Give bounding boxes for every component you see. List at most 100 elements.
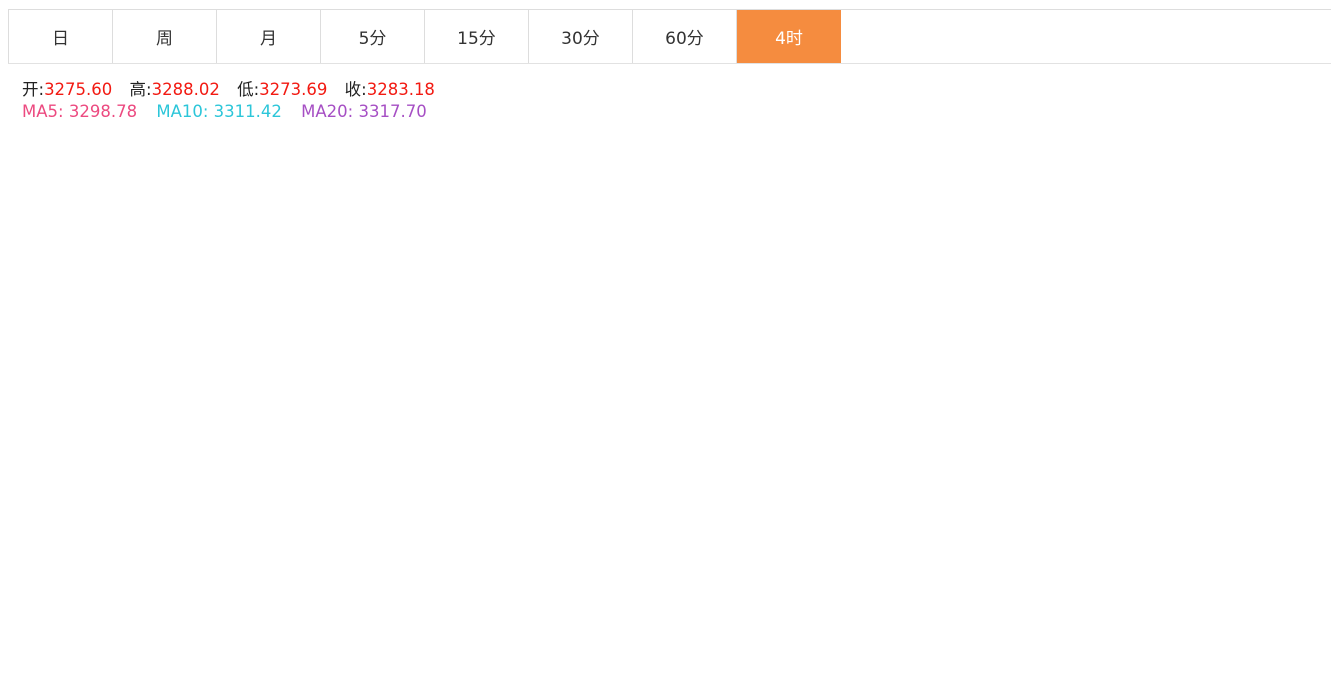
- low-value: 3273.69: [259, 80, 328, 99]
- period-tabs: 日周月 5分 15分 30分 60分 4时: [8, 9, 1331, 64]
- candle-up: [528, 433, 536, 440]
- y-tick-label: 3266.68: [1259, 681, 1325, 698]
- candle-up: [870, 159, 878, 195]
- y-tick-label: 3447.75: [1259, 96, 1325, 115]
- candle-up: [69, 447, 77, 459]
- high-value: 3288.02: [151, 80, 220, 99]
- candle-down: [897, 281, 905, 303]
- candle-up: [492, 355, 500, 398]
- candle-down: [483, 393, 491, 397]
- candle-up: [159, 486, 167, 500]
- candle-up: [456, 409, 464, 416]
- candle-down: [645, 440, 653, 457]
- tab-4[interactable]: 15分: [425, 10, 529, 63]
- candle-down: [663, 499, 671, 522]
- y-tick-label: 3392.03: [1259, 276, 1325, 295]
- candle-up: [681, 456, 689, 462]
- candle-up: [591, 458, 599, 483]
- candle-down: [204, 467, 212, 531]
- ma5-line: [9, 172, 1181, 596]
- candle-down: [123, 391, 131, 437]
- candle-down: [33, 416, 41, 457]
- candle-down: [222, 539, 230, 555]
- candle-up: [339, 582, 347, 619]
- candle-down: [78, 447, 86, 462]
- candle-down: [924, 326, 932, 379]
- candle-down: [915, 299, 923, 329]
- candle-down: [996, 440, 1004, 468]
- ma20-line: [9, 268, 1181, 538]
- tab-6[interactable]: 60分: [633, 10, 737, 63]
- candle-down: [699, 457, 707, 475]
- candle-up: [402, 527, 410, 543]
- candle-down: [141, 478, 149, 489]
- candle-down: [690, 448, 698, 459]
- y-tick-label: 3308.46: [1259, 546, 1325, 565]
- candle-down: [1041, 460, 1049, 577]
- candle-up: [366, 510, 374, 538]
- candle-down: [321, 576, 329, 617]
- tab-7[interactable]: 4时: [737, 10, 841, 63]
- candle-down: [852, 154, 860, 193]
- candle-down: [726, 403, 734, 415]
- candle-down: [861, 191, 869, 195]
- low-label: 低:: [237, 80, 260, 99]
- candle-up: [438, 455, 446, 473]
- candle-down: [285, 510, 293, 534]
- candle-up: [753, 368, 761, 403]
- candle-down: [150, 488, 158, 500]
- candle-down: [987, 434, 995, 442]
- candle-down: [393, 497, 401, 543]
- candle-down: [573, 491, 581, 503]
- candle-down: [258, 456, 266, 472]
- candle-up: [348, 551, 356, 583]
- close-label: 收:: [344, 80, 367, 99]
- ma-info: MA5: 3298.78 MA10: 3311.42 MA20: 3317.70: [22, 102, 427, 121]
- candle-up: [195, 462, 203, 473]
- candle-up: [240, 478, 248, 531]
- y-tick-label: 3350.25: [1259, 411, 1325, 430]
- open-label: 开:: [22, 80, 45, 99]
- ma10-value: 3311.42: [213, 102, 282, 121]
- candle-down: [951, 355, 959, 363]
- ma20-value: 3317.70: [358, 102, 427, 121]
- candle-up: [546, 378, 554, 384]
- candle-up: [1131, 501, 1139, 509]
- tab-2[interactable]: 月: [217, 10, 321, 63]
- candle-up: [1050, 548, 1058, 577]
- candle-up: [600, 453, 608, 460]
- candle-up: [384, 497, 392, 516]
- candle-up: [1059, 535, 1067, 550]
- candle-up: [672, 462, 680, 522]
- candle-down: [474, 378, 482, 394]
- candle-up: [24, 415, 32, 436]
- candle-down: [510, 404, 518, 419]
- candle-up: [465, 396, 473, 412]
- candle-up: [1014, 478, 1022, 516]
- ma5-value: 3298.78: [68, 102, 138, 121]
- candle-down: [807, 305, 815, 308]
- candle-up: [942, 355, 950, 369]
- candle-down: [177, 455, 185, 473]
- candle-down: [636, 424, 644, 441]
- candle-up: [411, 504, 419, 529]
- candle-down: [564, 432, 572, 493]
- candle-down: [132, 435, 140, 479]
- candle-down: [312, 574, 320, 577]
- candle-down: [42, 454, 50, 458]
- candle-up: [249, 466, 257, 480]
- candle-up: [834, 164, 842, 222]
- ma5-label: MA5:: [22, 102, 64, 121]
- ma10-label: MA10:: [156, 102, 209, 121]
- tab-1[interactable]: 周: [113, 10, 217, 63]
- close-value: 3283.18: [366, 80, 435, 99]
- candle-down: [375, 510, 383, 515]
- tab-5[interactable]: 30分: [529, 10, 633, 63]
- candle-up: [1068, 521, 1076, 538]
- y-tick-label: 3433.82: [1259, 141, 1325, 160]
- tab-3[interactable]: 5分: [321, 10, 425, 63]
- candle-down: [1158, 572, 1166, 577]
- y-tick-label: 3364.18: [1259, 366, 1325, 385]
- tab-0[interactable]: 日: [9, 10, 113, 63]
- candle-up: [447, 414, 455, 457]
